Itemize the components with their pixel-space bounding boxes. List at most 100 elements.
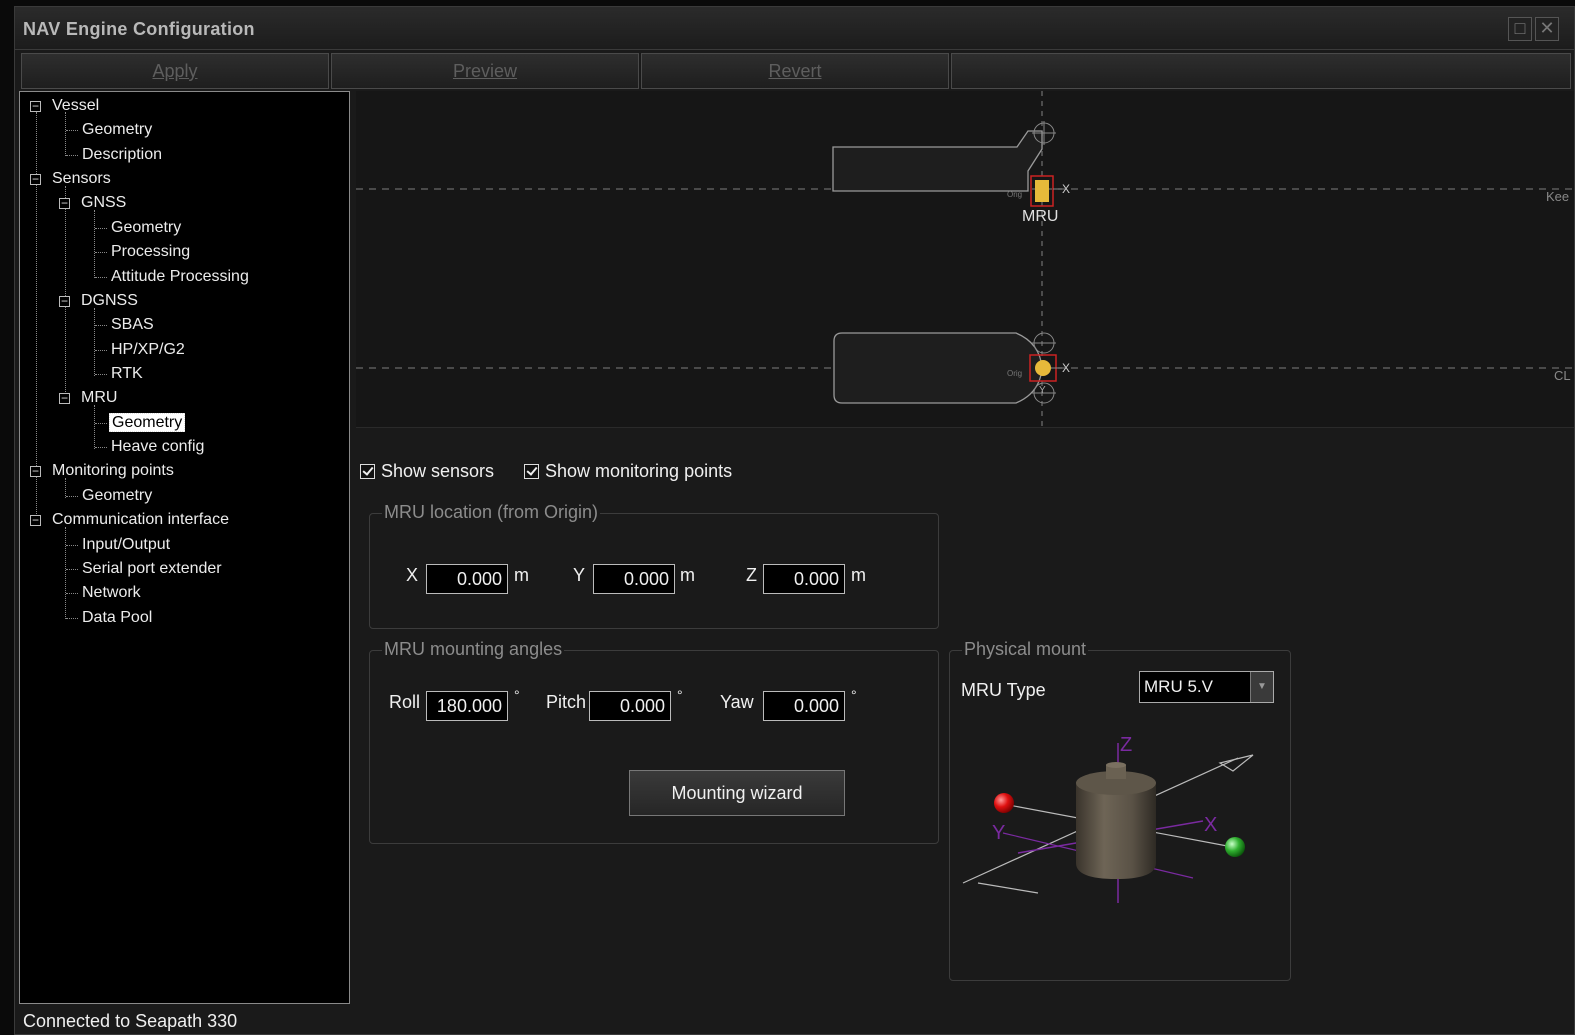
tree-item-dgnss[interactable]: − DGNSS bbox=[59, 291, 138, 311]
tree-item-label: DGNSS bbox=[81, 292, 138, 309]
tree-guide bbox=[95, 277, 107, 278]
pitch-input[interactable]: 0.000 bbox=[589, 691, 671, 721]
tree-guide bbox=[65, 527, 66, 619]
tree-item-label: GNSS bbox=[81, 194, 127, 211]
tree-item-label: Description bbox=[82, 146, 163, 163]
z-input[interactable]: 0.000 bbox=[763, 564, 845, 594]
restore-icon[interactable]: □ bbox=[1508, 17, 1532, 41]
tree-item-monitoring-geometry[interactable]: Geometry bbox=[82, 486, 152, 506]
x-label: X bbox=[406, 565, 419, 585]
tree-item-label: Serial port extender bbox=[82, 560, 222, 577]
x-axis-label: X bbox=[1062, 182, 1070, 196]
tree-item-label: Geometry bbox=[109, 413, 186, 432]
mounting-wizard-button[interactable]: Mounting wizard bbox=[629, 770, 845, 816]
collapse-icon[interactable]: − bbox=[30, 514, 41, 526]
tree-item-label: Processing bbox=[111, 243, 191, 260]
config-tree[interactable]: − Vessel Geometry Description − Sensors … bbox=[19, 91, 350, 1004]
collapse-icon[interactable]: − bbox=[30, 173, 41, 185]
yaw-input[interactable]: 0.000 bbox=[763, 691, 845, 721]
preview-button[interactable]: Preview bbox=[331, 53, 639, 89]
green-marker-icon bbox=[1225, 837, 1245, 857]
title-bar: NAV Engine Configuration □ ✕ bbox=[15, 7, 1574, 50]
mru-cylinder bbox=[1076, 783, 1156, 879]
status-bar: Connected to Seapath 330 bbox=[23, 1011, 238, 1031]
collapse-icon[interactable]: − bbox=[30, 100, 41, 112]
tree-item-mru[interactable]: − MRU bbox=[59, 388, 117, 408]
tree-guide bbox=[95, 350, 107, 351]
roll-label: Roll bbox=[389, 692, 421, 712]
tree-guide bbox=[66, 593, 78, 594]
tree-item-gnss-processing[interactable]: Processing bbox=[111, 242, 190, 262]
show-monitoring-checkbox[interactable]: Show monitoring points bbox=[524, 461, 732, 482]
tree-item-label: Sensors bbox=[52, 170, 111, 187]
vessel-side-profile bbox=[832, 130, 1043, 192]
tree-item-dgnss-hp[interactable]: HP/XP/G2 bbox=[111, 340, 185, 360]
tree-item-label: Geometry bbox=[82, 121, 153, 138]
tree-item-dgnss-rtk[interactable]: RTK bbox=[111, 364, 143, 384]
z-label: Z bbox=[746, 565, 757, 585]
y-axis-label: Y bbox=[992, 822, 1005, 844]
tree-item-gnss-geometry[interactable]: Geometry bbox=[111, 218, 181, 238]
tree-guide bbox=[66, 496, 78, 497]
mru-sensor-icon[interactable] bbox=[1035, 180, 1049, 202]
mru-type-value: MRU 5.V bbox=[1144, 677, 1213, 696]
mru-location-group: MRU location (from Origin) X 0.000 m Y 0… bbox=[369, 502, 939, 629]
tree-item-gnss-attitude[interactable]: Attitude Processing bbox=[111, 267, 249, 287]
tree-item-comm[interactable]: − Communication interface bbox=[30, 510, 229, 530]
apply-button[interactable]: Apply bbox=[21, 53, 329, 89]
tree-item-label: Communication interface bbox=[52, 511, 229, 528]
tree-item-comm-network[interactable]: Network bbox=[82, 583, 141, 603]
tree-item-sensors[interactable]: − Sensors bbox=[30, 169, 111, 189]
tree-item-label: Network bbox=[82, 584, 141, 601]
x-input[interactable]: 0.000 bbox=[426, 564, 508, 594]
pitch-label: Pitch bbox=[546, 692, 587, 712]
collapse-icon[interactable]: − bbox=[59, 392, 70, 404]
tree-item-label: Heave config bbox=[111, 438, 205, 455]
tree-item-vessel[interactable]: − Vessel bbox=[30, 96, 99, 116]
vessel-viewport[interactable]: X Orig MRU Kee X Y Orig CL bbox=[356, 91, 1574, 428]
mru-type-select[interactable]: MRU 5.V ▼ bbox=[1139, 671, 1274, 703]
x-axis-label: X bbox=[1204, 814, 1217, 836]
tree-guide bbox=[95, 325, 107, 326]
z-unit: m bbox=[851, 565, 866, 585]
tree-item-vessel-geometry[interactable]: Geometry bbox=[82, 120, 152, 140]
collapse-icon[interactable]: − bbox=[30, 465, 41, 477]
tree-item-label: SBAS bbox=[111, 316, 154, 333]
chevron-down-icon[interactable]: ▼ bbox=[1250, 672, 1273, 702]
tree-item-mru-heave[interactable]: Heave config bbox=[111, 437, 204, 457]
tree-item-monitoring[interactable]: − Monitoring points bbox=[30, 461, 174, 481]
mru-connector-top bbox=[1106, 762, 1126, 768]
y-input[interactable]: 0.000 bbox=[593, 564, 675, 594]
axis-arrow-icon bbox=[1218, 754, 1254, 772]
tree-item-label: Data Pool bbox=[82, 609, 153, 626]
red-marker-icon bbox=[994, 793, 1014, 813]
x-unit: m bbox=[514, 565, 529, 585]
roll-input[interactable]: 180.000 bbox=[426, 691, 508, 721]
tree-item-comm-serial[interactable]: Serial port extender bbox=[82, 559, 222, 579]
tree-guide bbox=[66, 155, 78, 156]
collapse-icon[interactable]: − bbox=[59, 295, 70, 307]
physical-mount-legend: Physical mount bbox=[962, 639, 1089, 660]
tree-item-dgnss-sbas[interactable]: SBAS bbox=[111, 315, 154, 335]
yaw-unit: ° bbox=[851, 687, 857, 703]
close-icon[interactable]: ✕ bbox=[1535, 17, 1559, 41]
collapse-icon[interactable]: − bbox=[59, 197, 70, 209]
window-title: NAV Engine Configuration bbox=[23, 19, 255, 39]
tree-guide bbox=[66, 569, 78, 570]
tree-item-gnss[interactable]: − GNSS bbox=[59, 193, 126, 213]
tree-item-label: Geometry bbox=[111, 219, 182, 236]
mru-sensor-icon[interactable] bbox=[1035, 360, 1051, 376]
nav-engine-window: NAV Engine Configuration □ ✕ Apply Previ… bbox=[14, 6, 1575, 1035]
checkbox-checked-icon[interactable] bbox=[524, 464, 539, 479]
tree-item-vessel-description[interactable]: Description bbox=[82, 145, 162, 165]
origin-label: Orig bbox=[1007, 190, 1022, 199]
tree-guide bbox=[94, 405, 95, 449]
revert-button[interactable]: Revert bbox=[641, 53, 949, 89]
x-axis-label: X bbox=[1062, 361, 1070, 375]
tree-item-comm-datapool[interactable]: Data Pool bbox=[82, 608, 152, 628]
checkbox-checked-icon[interactable] bbox=[360, 464, 375, 479]
tree-item-comm-io[interactable]: Input/Output bbox=[82, 535, 170, 555]
show-sensors-checkbox[interactable]: Show sensors bbox=[360, 461, 494, 482]
tree-item-label: MRU bbox=[81, 389, 118, 406]
tree-item-mru-geometry[interactable]: Geometry bbox=[109, 413, 186, 433]
